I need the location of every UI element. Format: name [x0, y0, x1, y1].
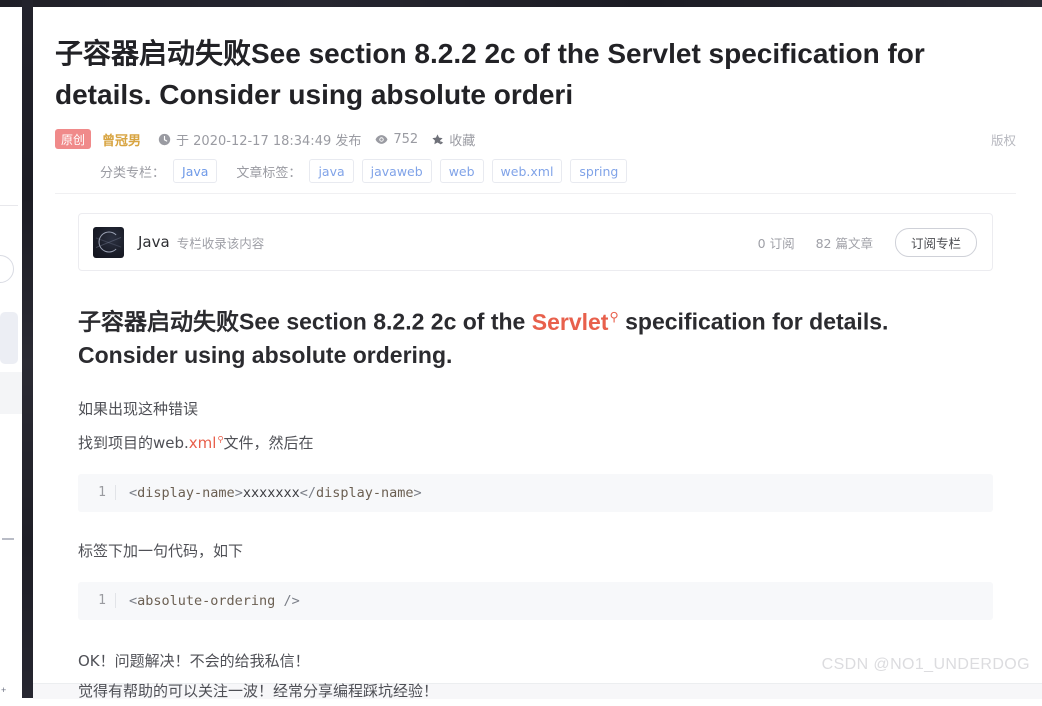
article-meta-bar: 原创 曾冠男 于 2020-12-17 18:34:49 发布 752 收藏 版…: [55, 128, 1016, 194]
article-body: 子容器启动失败See section 8.2.2 2c of the Servl…: [55, 301, 1016, 706]
body-paragraph-3-text: 标签下加一句代码，如下: [78, 541, 244, 560]
code-block-1[interactable]: 1 <display-name>xxxxxxx</display-name>: [78, 473, 993, 512]
body-paragraph-3: 标签下加一句代码，如下: [78, 536, 993, 566]
collect-label[interactable]: 收藏: [449, 130, 475, 149]
original-badge: 原创: [55, 129, 92, 149]
code-line-number: 1: [78, 485, 116, 501]
meta-row-primary: 原创 曾冠男 于 2020-12-17 18:34:49 发布 752 收藏: [55, 128, 1016, 150]
code-token-lt: <: [129, 484, 138, 501]
code-token-close-lt: </: [299, 484, 316, 501]
category-label: 分类专栏：: [100, 165, 166, 181]
code-token-lt: <: [129, 592, 138, 609]
tags-row: 分类专栏： Java 文章标签： java javaweb web web.xm…: [55, 159, 1016, 183]
code-block-2[interactable]: 1 <absolute-ordering />: [78, 581, 993, 620]
body-paragraph-4-text: OK！问题解决！不会的给我私信！: [78, 651, 310, 670]
code-token-open-tag: display-name: [137, 484, 235, 501]
left-dash-mark: [2, 538, 14, 540]
search-icon[interactable]: ⚲: [609, 310, 618, 324]
article-card: 子容器启动失败See section 8.2.2 2c of the Servl…: [33, 7, 1042, 700]
publish-date: 于 2020-12-17 18:34:49 发布: [176, 133, 362, 149]
body-paragraph-2-suffix: 文件，然后在: [223, 433, 314, 452]
author-link[interactable]: 曾冠男: [102, 130, 141, 149]
servlet-keyword-link[interactable]: Servlet: [532, 309, 609, 335]
code-line-number: 1: [78, 593, 116, 609]
left-hairline-divider: [0, 205, 18, 206]
body-paragraph-1: 如果出现这种错误 找到项目的web.xml⚲文件，然后在: [78, 394, 993, 458]
eye-icon: [375, 133, 388, 146]
column-article-count: 82 篇文章: [815, 235, 873, 251]
code-token-close-gt: >: [413, 484, 422, 501]
subscribe-button[interactable]: 订阅专栏: [894, 227, 977, 257]
code-token-open-tag: absolute-ordering: [137, 592, 276, 609]
code-token-close-tag: display-name: [316, 484, 414, 501]
tag-label: 文章标签：: [236, 165, 302, 181]
top-dark-band: [0, 0, 1042, 7]
code-line-content: <absolute-ordering />: [116, 593, 300, 609]
body-paragraph-4: OK！问题解决！不会的给我私信！ 觉得有帮助的可以关注一波！经常分享编程踩坑经验…: [78, 646, 993, 706]
body-paragraph-5-text: 觉得有帮助的可以关注一波！经常分享编程踩坑经验！: [78, 681, 439, 700]
body-heading-part1: 子容器启动失败See section 8.2.2 2c of the: [78, 308, 532, 335]
page-title: 子容器启动失败See section 8.2.2 2c of the Servl…: [55, 38, 925, 110]
code-token-selfclose: />: [275, 592, 300, 609]
tag-chip-javaweb[interactable]: javaweb: [361, 159, 432, 183]
star-collect-icon[interactable]: [431, 133, 444, 146]
left-tiny-mark: +: [1, 685, 7, 695]
column-avatar-icon: [93, 226, 124, 258]
view-count: 752: [393, 131, 419, 147]
xml-keyword-link[interactable]: xml: [189, 434, 217, 452]
copyright-link[interactable]: 版权: [991, 130, 1016, 149]
body-paragraph-2-prefix: 找到项目的web.: [78, 433, 189, 452]
tag-chip-webxml[interactable]: web.xml: [491, 159, 563, 183]
category-chip-java[interactable]: Java: [173, 159, 218, 183]
tag-chip-java[interactable]: java: [309, 159, 354, 183]
left-panel-lower: [0, 372, 22, 414]
csdn-watermark: CSDN @NO1_UNDERDOG: [821, 656, 1030, 673]
code-token-text: xxxxxxx: [242, 484, 300, 501]
code-token-gt: >: [234, 484, 243, 501]
tag-chip-spring[interactable]: spring: [570, 159, 628, 183]
clock-icon: [158, 133, 171, 146]
column-subscriber-count: 0 订阅: [757, 235, 795, 251]
left-dark-bar: [22, 0, 54, 698]
body-paragraph-1-text: 如果出现这种错误: [78, 399, 199, 418]
code-line-content: <display-name>xxxxxxx</display-name>: [116, 485, 422, 501]
body-heading: 子容器启动失败See section 8.2.2 2c of the Servl…: [78, 301, 993, 372]
column-subscription-card[interactable]: Java 专栏收录该内容 0 订阅 82 篇文章 订阅专栏: [78, 213, 993, 271]
column-subtitle: 专栏收录该内容: [176, 235, 265, 251]
left-panel-upper: [0, 312, 18, 364]
tag-chip-web[interactable]: web: [439, 159, 484, 183]
column-name[interactable]: Java: [138, 233, 170, 251]
